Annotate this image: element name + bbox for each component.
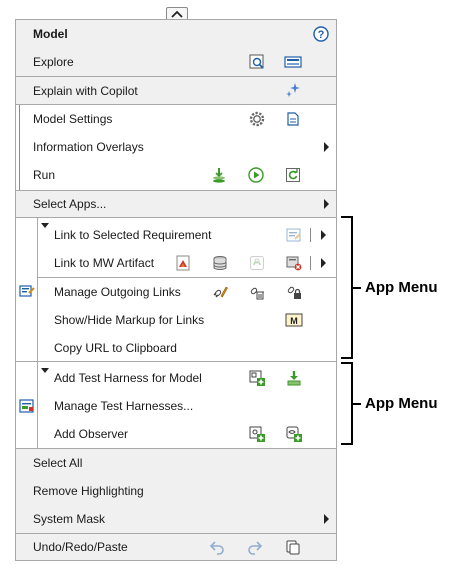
- menu-item-label: Add Test Harness for Model: [54, 371, 202, 385]
- split-divider: [310, 256, 311, 270]
- menu-item-label: Information Overlays: [33, 140, 144, 154]
- import-harness-icon: [285, 369, 303, 387]
- menu-item-label: Manage Test Harnesses...: [54, 399, 194, 413]
- menu-item-label: System Mask: [33, 512, 106, 526]
- menu-item-explore[interactable]: Explore: [16, 48, 336, 76]
- menu-item-select-all[interactable]: Select All: [16, 449, 336, 477]
- menu-item-label: Remove Highlighting: [33, 484, 144, 498]
- model-section: Model ? Explore Explain with Copilot: [16, 20, 336, 104]
- menu-item-label: Add Observer: [54, 427, 129, 441]
- app-menu-tick-2: [353, 403, 361, 405]
- gear-icon: [248, 110, 266, 128]
- menu-item-select-apps[interactable]: Select Apps...: [16, 191, 336, 217]
- add-observer-icon: [248, 425, 266, 443]
- context-menu: Model ? Explore Explain with Copilot Mod…: [15, 19, 337, 561]
- menu-item-system-mask[interactable]: System Mask: [16, 505, 336, 533]
- add-observer-reference-icon: [285, 425, 303, 443]
- refresh-icon: [284, 166, 302, 184]
- model-header-label: Model: [33, 27, 68, 41]
- menu-item-label: Undo/Redo/Paste: [33, 540, 128, 554]
- menu-item-information-overlays[interactable]: Information Overlays: [16, 133, 336, 161]
- menu-item-link-to-mw-artifact[interactable]: Link to MW Artifact: [38, 249, 336, 277]
- submenu-arrow-icon: [324, 514, 329, 524]
- menu-item-label: Model Settings: [33, 112, 113, 126]
- model-header: Model ?: [16, 20, 336, 48]
- test-harness-app-icon[interactable]: [18, 397, 36, 415]
- menu-item-label: Run: [33, 168, 56, 182]
- menu-item-manage-test-harnesses[interactable]: Manage Test Harnesses...: [38, 392, 336, 420]
- requirements-app-section: Link to Selected Requirement Link to MW …: [16, 218, 336, 361]
- run-play-icon: [247, 166, 265, 184]
- app-menu-bracket-2: [341, 362, 353, 445]
- link-artifact-icon: [248, 254, 266, 272]
- delete-links-icon: [248, 283, 266, 301]
- help-icon[interactable]: ?: [312, 25, 330, 43]
- menu-item-label: Select Apps...: [33, 197, 107, 211]
- menu-item-link-to-selected-requirement[interactable]: Link to Selected Requirement: [38, 221, 336, 249]
- settings-section: Model Settings Information Overlays Run: [16, 105, 336, 190]
- menu-item-label: Link to MW Artifact: [54, 256, 155, 270]
- keyboard-icon: [284, 53, 302, 71]
- split-divider: [310, 228, 311, 242]
- bottom-section: Select All Remove Highlighting System Ma…: [16, 449, 336, 560]
- menu-item-label: Explore: [33, 55, 74, 69]
- menu-item-label: Link to Selected Requirement: [54, 228, 212, 242]
- submenu-arrow-icon: [324, 142, 329, 152]
- menu-item-label: Copy URL to Clipboard: [54, 341, 177, 355]
- edit-links-icon: [211, 283, 229, 301]
- lock-links-icon: [285, 283, 303, 301]
- svg-text:?: ?: [318, 29, 325, 41]
- menu-item-show-hide-markup-for-links[interactable]: Show/Hide Markup for Links M: [38, 306, 336, 334]
- app-menu-label-1: App Menu: [365, 279, 438, 296]
- menu-item-manage-outgoing-links[interactable]: Manage Outgoing Links: [38, 278, 336, 306]
- menu-item-label: Show/Hide Markup for Links: [54, 313, 205, 327]
- database-icon: [211, 254, 229, 272]
- step-download-icon: [210, 166, 228, 184]
- svg-text:M: M: [290, 316, 298, 326]
- menu-item-label: Explain with Copilot: [33, 84, 138, 98]
- submenu-arrow-icon[interactable]: [321, 258, 326, 268]
- app-menu-label-2: App Menu: [365, 395, 438, 412]
- markup-icon: M: [285, 311, 303, 329]
- menu-item-model-settings[interactable]: Model Settings: [16, 105, 336, 133]
- copilot-sparkle-icon: [284, 81, 302, 99]
- menu-item-add-observer[interactable]: Add Observer: [38, 420, 336, 448]
- app-menu-tick-1: [353, 287, 361, 289]
- menu-item-copy-url-to-clipboard[interactable]: Copy URL to Clipboard: [38, 334, 336, 362]
- menu-item-explain-with-copilot[interactable]: Explain with Copilot: [16, 77, 336, 105]
- add-test-harness-icon: [248, 369, 266, 387]
- redo-icon[interactable]: [246, 538, 264, 556]
- menu-item-undo-redo-paste: Undo/Redo/Paste: [16, 534, 336, 560]
- menu-item-label: Select All: [33, 456, 83, 470]
- document-settings-icon: [284, 110, 302, 128]
- delete-link-icon: [285, 254, 303, 272]
- submenu-arrow-icon[interactable]: [321, 230, 326, 240]
- menu-item-run[interactable]: Run: [16, 161, 336, 189]
- submenu-arrow-icon: [324, 199, 329, 209]
- menu-item-label: Manage Outgoing Links: [54, 285, 181, 299]
- app-menu-bracket-1: [341, 216, 353, 359]
- link-requirement-icon: [285, 226, 303, 244]
- requirements-app-icon[interactable]: [18, 282, 36, 300]
- test-app-section: Add Test Harness for Model Manage Test H…: [16, 362, 336, 448]
- undo-icon[interactable]: [208, 538, 226, 556]
- menu-item-add-test-harness-for-model[interactable]: Add Test Harness for Model: [38, 364, 336, 392]
- paste-icon[interactable]: [284, 538, 302, 556]
- select-apps-section: Select Apps...: [16, 191, 336, 217]
- matlab-file-icon: [174, 254, 192, 272]
- menu-item-remove-highlighting[interactable]: Remove Highlighting: [16, 477, 336, 505]
- explore-icon: [248, 53, 266, 71]
